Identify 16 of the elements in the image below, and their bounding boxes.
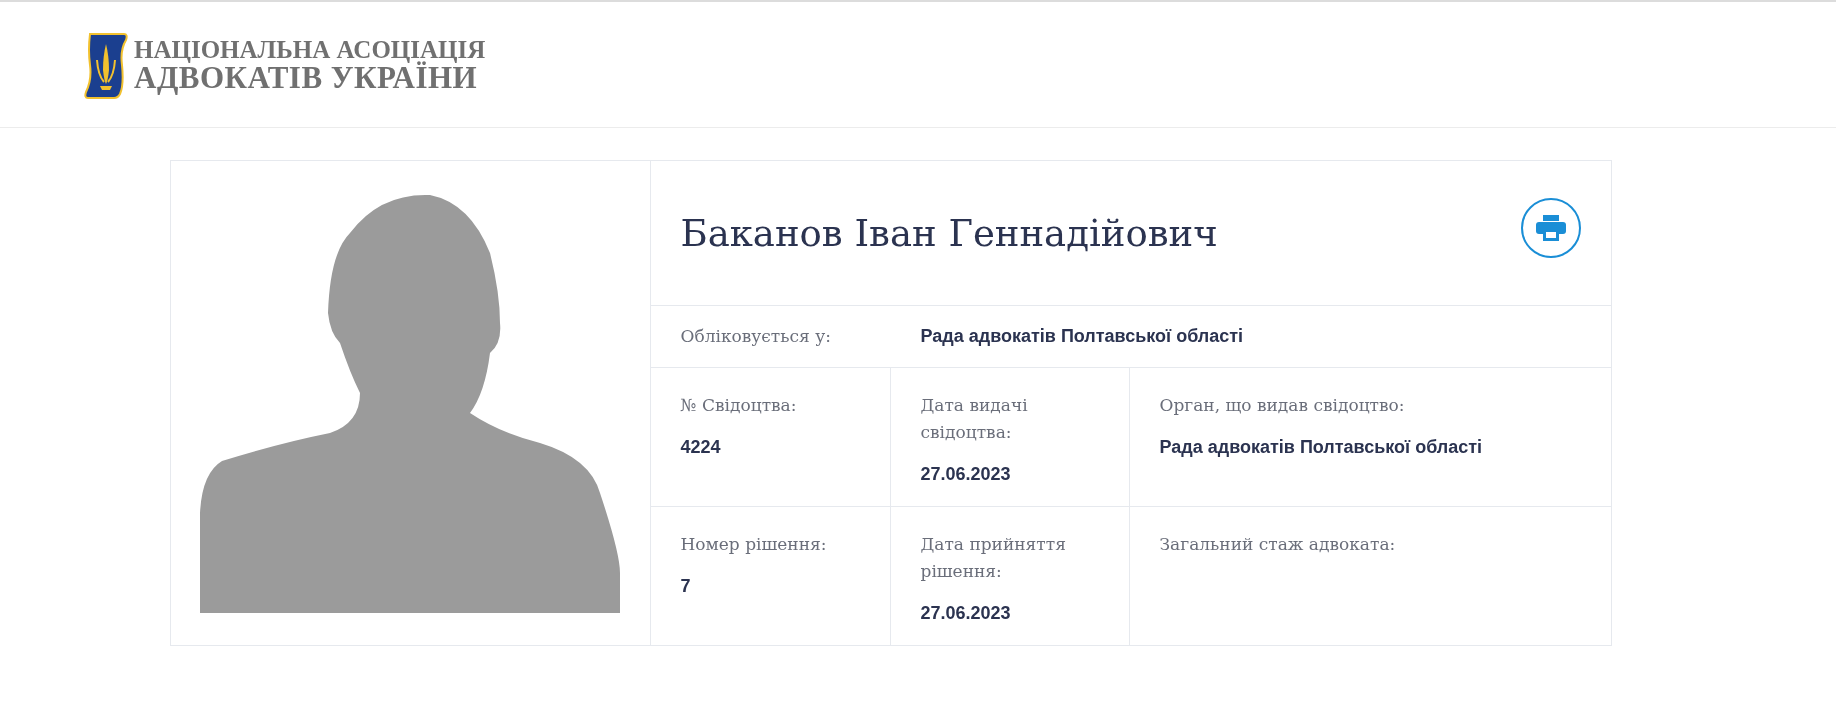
field-label: Номер рішення: bbox=[680, 533, 828, 556]
field-value: Рада адвокатів Полтавської області bbox=[920, 326, 1244, 347]
field-value: 27.06.2023 bbox=[920, 603, 1012, 624]
field-value: Рада адвокатів Полтавської області bbox=[1159, 437, 1484, 458]
field-label: Орган, що видав свідоцтво: bbox=[1159, 394, 1406, 417]
field-value: 4224 bbox=[680, 437, 722, 458]
field-value: 27.06.2023 bbox=[920, 464, 1012, 485]
print-icon bbox=[1535, 215, 1566, 241]
field-value: 7 bbox=[680, 576, 692, 597]
field-label: Дата видачі свідоцтва: bbox=[920, 394, 1029, 444]
field-label: Обліковується у: bbox=[680, 325, 832, 348]
field-label: № Свідоцтва: bbox=[680, 394, 798, 417]
field-label: Загальний стаж адвоката: bbox=[1159, 533, 1397, 556]
lawyer-name: Баканов Іван Геннадійович bbox=[680, 211, 1218, 255]
field-label: Дата прийняття рішення: bbox=[920, 533, 1067, 583]
logo-text: НАЦІОНАЛЬНА АСОЦІАЦІЯ bbox=[134, 36, 486, 62]
